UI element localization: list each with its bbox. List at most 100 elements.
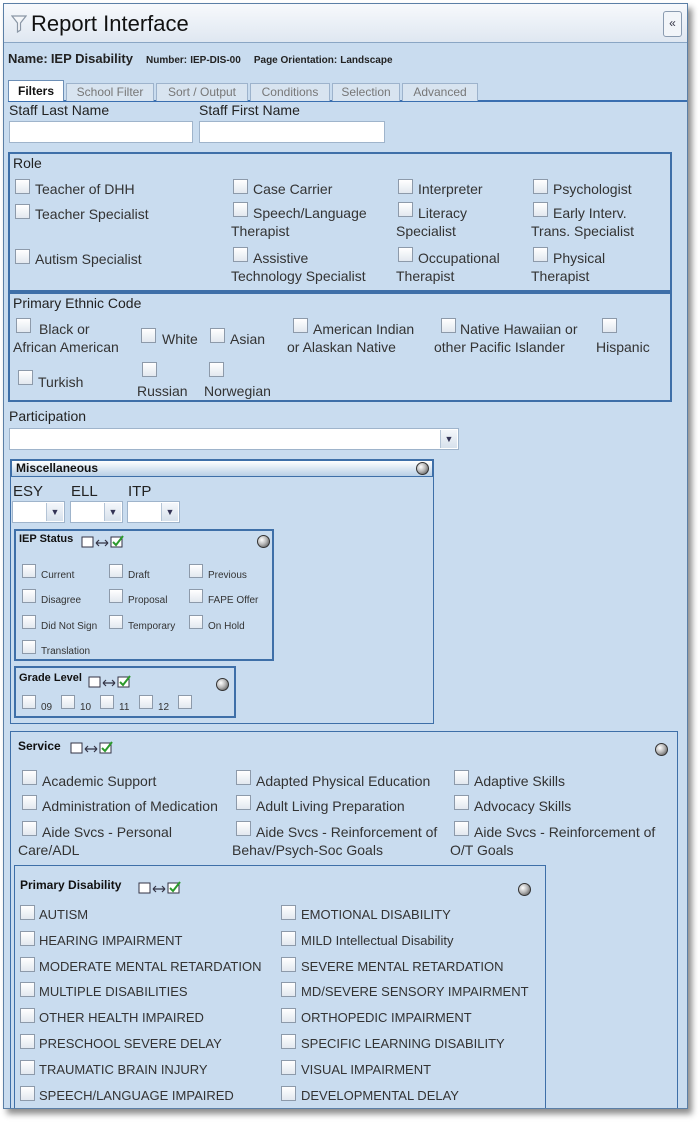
iep-status-checkbox[interactable]: [109, 589, 123, 603]
service-checkbox[interactable]: [454, 795, 469, 810]
disability-checkbox[interactable]: [20, 1034, 35, 1049]
tab-school-filter[interactable]: School Filter: [66, 83, 154, 101]
itp-select[interactable]: ▼: [127, 501, 180, 523]
ethnic-option-label: Native Hawaiian or other Pacific Islander: [434, 321, 578, 355]
circle-button-icon[interactable]: [416, 462, 429, 475]
ethnic-checkbox[interactable]: [602, 318, 617, 333]
report-name: IEP Disability: [50, 51, 133, 66]
select-all-icon[interactable]: [88, 674, 138, 690]
grade-level-label: 09: [41, 702, 53, 713]
disability-checkbox[interactable]: [20, 1008, 35, 1024]
disability-checkbox[interactable]: [20, 905, 35, 920]
disability-checkbox[interactable]: [20, 1059, 35, 1075]
disability-option-label: SPECIFIC LEARNING DISABILITY: [301, 1036, 505, 1051]
service-checkbox[interactable]: [236, 770, 251, 785]
disability-checkbox[interactable]: [20, 956, 35, 972]
disability-option-label: MODERATE MENTAL RETARDATION: [39, 958, 262, 974]
service-option-label: Aide Svcs - Reinforcement of O/T Goals: [450, 824, 656, 858]
service-title: Service: [18, 739, 61, 753]
role-checkbox[interactable]: [233, 179, 248, 194]
iep-status-checkbox[interactable]: [189, 589, 203, 603]
select-all-icon[interactable]: [81, 534, 131, 550]
disability-checkbox[interactable]: [20, 982, 35, 998]
tab-sort-output[interactable]: Sort / Output: [156, 83, 248, 101]
disability-checkbox[interactable]: [281, 956, 296, 972]
disability-checkbox[interactable]: [281, 1034, 296, 1049]
service-option-label: Academic Support: [42, 773, 157, 789]
chevron-down-icon: ▼: [161, 503, 178, 521]
grade-level-checkbox[interactable]: [139, 695, 153, 709]
chevron-down-icon: ▼: [440, 430, 457, 448]
miscellaneous-header: Miscellaneous: [11, 460, 433, 477]
service-checkbox[interactable]: [236, 795, 251, 810]
service-checkbox[interactable]: [22, 770, 37, 785]
iep-status-checkbox[interactable]: [109, 615, 123, 629]
tab-filters[interactable]: Filters: [8, 80, 64, 101]
service-checkbox[interactable]: [454, 770, 469, 785]
iep-status-checkbox[interactable]: [22, 564, 36, 578]
double-chevron-left-icon[interactable]: «: [663, 11, 682, 37]
circle-button-icon[interactable]: [216, 678, 229, 691]
ethnic-checkbox[interactable]: [210, 328, 225, 343]
iep-status-label: Current: [41, 570, 75, 581]
disability-checkbox[interactable]: [281, 1008, 296, 1024]
disability-checkbox[interactable]: [281, 905, 296, 920]
disability-option-label: SEVERE MENTAL RETARDATION: [301, 958, 504, 974]
service-option-label: Administration of Medication: [42, 798, 218, 814]
circle-button-icon[interactable]: [518, 883, 531, 896]
disability-checkbox[interactable]: [281, 1085, 296, 1101]
role-option-label: Physical Therapist: [531, 250, 606, 284]
miscellaneous-title: Miscellaneous: [16, 461, 99, 475]
grade-level-checkbox[interactable]: [61, 695, 75, 709]
grade-level-label: 12: [158, 702, 170, 713]
esy-select[interactable]: ▼: [12, 501, 65, 523]
participation-select[interactable]: ▼: [9, 428, 459, 450]
iep-status-checkbox[interactable]: [22, 615, 36, 629]
grade-level-checkbox[interactable]: [22, 695, 36, 709]
title-bar: Report Interface «: [4, 4, 687, 43]
ethnic-checkbox[interactable]: [18, 370, 33, 385]
iep-status-checkbox[interactable]: [109, 564, 123, 578]
disability-checkbox[interactable]: [281, 1059, 296, 1075]
tab-bar: Filters School Filter Sort / Output Conditi…: [8, 80, 687, 102]
service-checkbox[interactable]: [22, 795, 37, 810]
service-option-label: Aide Svcs - Personal Care/ADL: [18, 824, 172, 858]
iep-status-label: Proposal: [128, 595, 168, 606]
role-checkbox[interactable]: [15, 249, 30, 264]
disability-checkbox[interactable]: [281, 982, 296, 998]
grade-level-checkbox[interactable]: [100, 695, 114, 709]
iep-status-checkbox[interactable]: [189, 564, 203, 578]
tab-advanced[interactable]: Advanced: [402, 83, 478, 101]
tab-conditions[interactable]: Conditions: [250, 83, 330, 101]
iep-status-checkbox[interactable]: [22, 640, 36, 654]
window-title: Report Interface: [31, 11, 189, 36]
circle-button-icon[interactable]: [655, 743, 668, 756]
iep-status-label: Previous: [208, 570, 247, 581]
staff-last-name-input[interactable]: [9, 121, 193, 143]
tab-selection[interactable]: Selection: [332, 83, 400, 101]
role-checkbox[interactable]: [15, 204, 30, 219]
staff-first-name-input[interactable]: [199, 121, 385, 143]
iep-status-checkbox[interactable]: [22, 589, 36, 603]
ethnic-option-label: Hispanic: [596, 339, 650, 355]
ethnic-checkbox[interactable]: [209, 362, 224, 377]
grade-level-label: 11: [119, 702, 130, 713]
ethnic-checkbox[interactable]: [142, 362, 157, 377]
chevron-down-icon: ▼: [46, 503, 63, 521]
iep-status-label: Disagree: [41, 595, 82, 606]
role-checkbox[interactable]: [533, 179, 548, 194]
disability-checkbox[interactable]: [20, 1085, 35, 1101]
grade-level-label: 10: [80, 702, 92, 713]
ell-select[interactable]: ▼: [70, 501, 123, 523]
iep-status-checkbox[interactable]: [189, 615, 203, 629]
ethnic-checkbox[interactable]: [141, 328, 156, 343]
circle-button-icon[interactable]: [257, 535, 270, 548]
disability-checkbox[interactable]: [281, 930, 296, 946]
disability-checkbox[interactable]: [20, 930, 35, 946]
select-all-icon[interactable]: [138, 880, 188, 896]
disability-option-label: MULTIPLE DISABILITIES: [39, 984, 188, 1000]
select-all-icon[interactable]: [70, 740, 120, 756]
grade-level-checkbox[interactable]: [178, 695, 192, 709]
role-checkbox[interactable]: [15, 179, 30, 194]
role-checkbox[interactable]: [398, 179, 413, 194]
